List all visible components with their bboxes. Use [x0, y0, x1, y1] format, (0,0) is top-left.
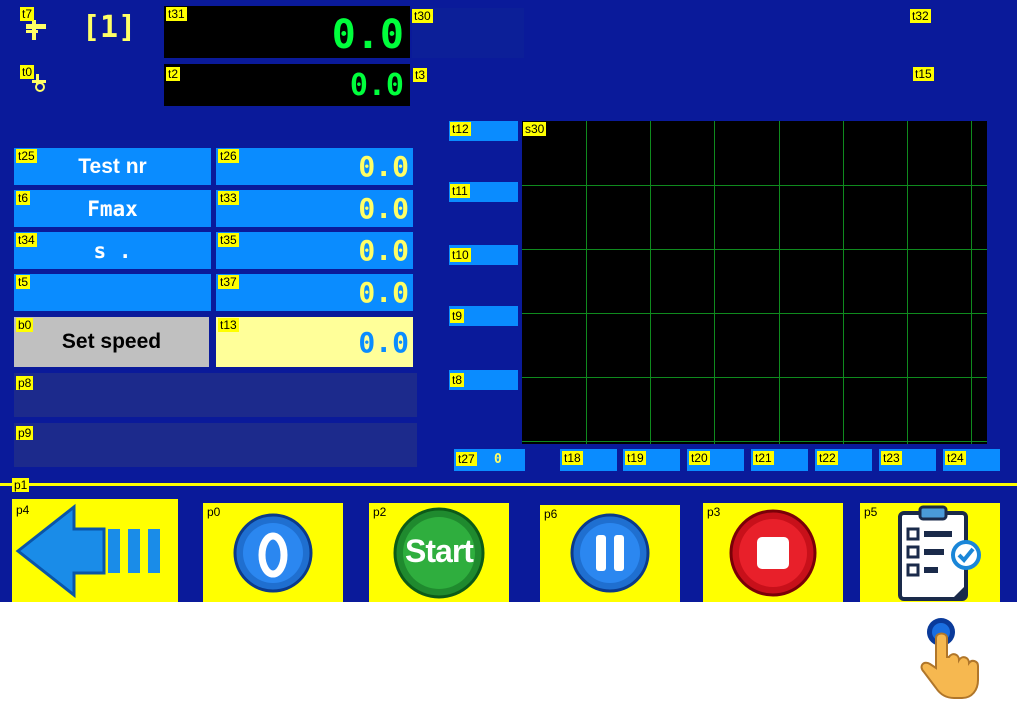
force-value: 0.0	[331, 12, 404, 58]
position-display: 0.0	[164, 64, 410, 106]
x-axis-tag: t19	[625, 451, 646, 465]
speed-value: 0.0	[358, 325, 409, 359]
row-label-fmax: Fmax	[14, 190, 211, 227]
tag-p0: p0	[205, 505, 223, 519]
grid-line-horizontal	[522, 249, 987, 250]
row-label-text: Test nr	[78, 154, 147, 178]
row-label-t5	[14, 274, 211, 311]
row-label-test-nr: Test nr	[14, 148, 211, 185]
x-axis-tag: t20	[689, 451, 710, 465]
row-value-t37: 0.0	[216, 274, 413, 311]
tag-p5: p5	[862, 505, 880, 519]
back-button[interactable]	[12, 499, 178, 602]
x-axis-tag: t18	[562, 451, 583, 465]
x-axis-tag: t24	[945, 451, 966, 465]
pause-icon	[570, 513, 650, 593]
grid-line-horizontal	[522, 185, 987, 186]
row-value-text: 0.0	[358, 192, 409, 225]
x-axis-tag: t21	[753, 451, 774, 465]
row-value-text: 0.0	[358, 234, 409, 267]
grid-line-vertical	[907, 121, 908, 444]
tag-t2: t2	[166, 67, 181, 81]
start-button[interactable]: Start	[369, 503, 509, 602]
tag-t5: t5	[16, 275, 31, 289]
stop-icon	[729, 509, 817, 597]
report-button[interactable]	[860, 503, 1000, 602]
tag-t0: t0	[20, 65, 35, 79]
start-label: Start	[405, 533, 474, 569]
set-speed-label: Set speed	[61, 330, 162, 353]
tag-s30: s30	[523, 122, 547, 136]
tag-p6: p6	[542, 507, 560, 521]
x-axis-tag: t27	[456, 452, 477, 466]
tag-t6: t6	[16, 191, 31, 205]
tag-p8: p8	[16, 376, 34, 390]
row-label-s: s .	[14, 232, 211, 269]
message-bar-p8	[14, 373, 417, 417]
tag-t35: t35	[218, 233, 239, 247]
grid-line-vertical	[779, 121, 780, 444]
grid-line-horizontal	[522, 377, 987, 378]
zero-icon	[233, 513, 313, 593]
tag-t32: t32	[910, 9, 931, 23]
y-axis-tag: t12	[450, 122, 471, 136]
grid-line-vertical	[650, 121, 651, 444]
graph-canvas	[522, 121, 987, 444]
channel-label: [1]	[82, 10, 137, 45]
stop-button[interactable]	[703, 503, 843, 602]
tag-p4: p4	[14, 503, 32, 517]
row-value-text: 0.0	[358, 276, 409, 309]
checklist-icon	[898, 505, 981, 601]
y-axis-tag: t11	[450, 184, 470, 198]
toolbar-separator	[0, 483, 1017, 486]
y-axis-tag: t8	[450, 373, 465, 387]
speed-value-field[interactable]: 0.0	[216, 317, 413, 367]
set-speed-button[interactable]: Set speed	[14, 317, 209, 367]
tag-t30: t30	[412, 9, 433, 23]
tag-t31: t31	[166, 7, 187, 21]
row-value-fmax: 0.0	[216, 190, 413, 227]
tag-t37: t37	[218, 275, 239, 289]
tag-t13: t13	[218, 318, 239, 332]
x-axis-tag: t22	[817, 451, 838, 465]
x-axis-tag: t23	[881, 451, 902, 465]
tag-t7: t7	[20, 7, 35, 21]
tag-b0: b0	[16, 318, 34, 332]
grid-line-vertical	[843, 121, 844, 444]
grid-line-vertical	[586, 121, 587, 444]
tag-p1: p1	[12, 478, 30, 492]
zero-button[interactable]	[203, 503, 343, 602]
tag-t26: t26	[218, 149, 239, 163]
row-value-s: 0.0	[216, 232, 413, 269]
row-label-text: Fmax	[87, 196, 138, 221]
row-value-test-nr: 0.0	[216, 148, 413, 185]
tag-t25: t25	[16, 149, 37, 163]
tag-t3: t3	[413, 68, 428, 82]
tag-p3: p3	[705, 505, 723, 519]
message-bar-p9	[14, 423, 417, 467]
row-value-text: 0.0	[358, 150, 409, 183]
grid-line-horizontal	[522, 313, 987, 314]
tag-t33: t33	[218, 191, 239, 205]
grid-line-horizontal	[522, 441, 987, 442]
pause-button[interactable]	[540, 505, 680, 602]
x-origin-value: 0	[494, 452, 502, 467]
tag-t34: t34	[16, 233, 37, 247]
grid-line-vertical	[714, 121, 715, 444]
grid-line-vertical	[971, 121, 972, 444]
y-axis-tag: t10	[450, 248, 471, 262]
position-value: 0.0	[349, 68, 404, 103]
row-label-text: s .	[93, 238, 132, 263]
tap-hand-icon	[896, 608, 986, 707]
force-display: 0.0	[164, 6, 410, 58]
tag-t15: t15	[913, 67, 934, 81]
y-axis-tag: t9	[450, 309, 465, 323]
back-arrow-icon	[15, 503, 160, 599]
tag-p9: p9	[16, 426, 34, 440]
tag-p2: p2	[371, 505, 389, 519]
